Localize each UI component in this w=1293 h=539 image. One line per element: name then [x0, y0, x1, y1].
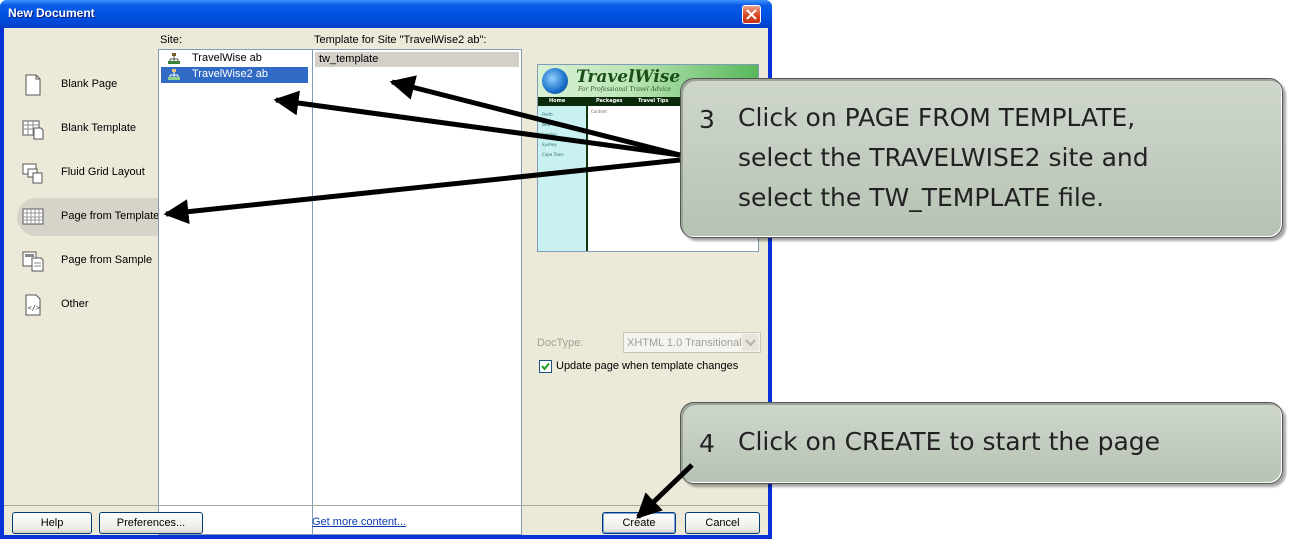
preview-side-link: London — [542, 132, 557, 137]
callout-line: Click on CREATE to start the page — [738, 427, 1161, 456]
category-label: Page from Sample — [61, 254, 153, 266]
new-document-dialog: New Document Blank Page Blank Template F… — [0, 0, 772, 539]
site-label: TravelWise2 ab — [192, 68, 269, 80]
preview-side-link: New York — [542, 122, 561, 127]
svg-text:</>: </> — [28, 304, 41, 312]
callout-line: Click on PAGE FROM TEMPLATE, — [738, 103, 1136, 132]
doctype-select[interactable]: XHTML 1.0 Transitional — [623, 332, 761, 353]
template-list[interactable]: tw_template — [312, 49, 522, 535]
preview-nav-item: Home — [549, 98, 566, 104]
site-item-travelwise2[interactable]: TravelWise2 ab — [161, 67, 308, 83]
category-other[interactable]: </> Other — [17, 286, 160, 324]
update-page-label: Update page when template changes — [556, 360, 739, 372]
callout-number: 3 — [699, 105, 715, 134]
callout-number: 4 — [699, 429, 715, 458]
template-label: tw_template — [319, 53, 379, 65]
preferences-button[interactable]: Preferences... — [99, 512, 203, 534]
blank-template-icon — [22, 120, 44, 140]
category-fluid-grid-layout[interactable]: Fluid Grid Layout — [17, 154, 160, 192]
preview-content-label: Content — [591, 109, 607, 114]
preview-side-link: Perth — [542, 112, 553, 117]
template-item-tw-template[interactable]: tw_template — [315, 52, 519, 67]
close-button[interactable] — [742, 5, 761, 24]
site-icon — [168, 53, 180, 64]
site-item-travelwise[interactable]: TravelWise ab — [161, 51, 308, 67]
preview-side-link: Cape Town — [542, 152, 564, 157]
preview-subtitle: For Professional Travel Advice — [578, 86, 672, 93]
callout-line: select the TRAVELWISE2 site and — [738, 143, 1149, 172]
close-icon — [746, 9, 757, 20]
site-list[interactable]: TravelWise ab TravelWise2 ab — [158, 49, 313, 535]
get-more-content-link[interactable]: Get more content... — [312, 516, 406, 528]
chevron-down-icon[interactable] — [742, 334, 759, 351]
create-button[interactable]: Create — [602, 512, 676, 534]
preview-nav-item: Packages — [596, 98, 623, 104]
title-bar[interactable]: New Document — [0, 0, 772, 28]
category-page-from-sample[interactable]: Page from Sample — [17, 242, 160, 280]
page-from-sample-icon — [22, 251, 44, 272]
category-label: Other — [61, 298, 89, 310]
preview-side-link: Sydney — [542, 142, 557, 147]
update-page-checkbox[interactable] — [539, 360, 552, 373]
cancel-button[interactable]: Cancel — [685, 512, 760, 534]
page-from-template-icon — [22, 208, 44, 225]
preview-sidebar: Perth New York London Sydney Cape Town — [538, 106, 586, 251]
other-code-icon: </> — [25, 294, 41, 316]
doctype-value: XHTML 1.0 Transitional — [627, 337, 742, 349]
callout-line: select the TW_TEMPLATE file. — [738, 183, 1105, 212]
category-blank-page[interactable]: Blank Page — [17, 66, 160, 104]
dialog-client-area: Blank Page Blank Template Fluid Grid Lay… — [4, 28, 768, 535]
preview-divider — [586, 106, 588, 251]
globe-icon — [542, 68, 568, 94]
doctype-label: DocType: — [537, 337, 584, 349]
site-icon — [168, 69, 180, 80]
template-header: Template for Site "TravelWise2 ab": — [314, 34, 487, 46]
category-label: Blank Page — [61, 78, 118, 90]
fluid-grid-icon — [22, 163, 43, 184]
category-label: Blank Template — [61, 122, 137, 134]
preview-title: TravelWise — [576, 67, 681, 87]
instruction-callout-3: 3 Click on PAGE FROM TEMPLATE, select th… — [680, 78, 1283, 238]
site-label: TravelWise ab — [192, 52, 262, 64]
preview-nav-item: Travel Tips — [638, 98, 669, 104]
help-button[interactable]: Help — [12, 512, 92, 534]
instruction-callout-4: 4 Click on CREATE to start the page — [680, 402, 1283, 484]
dialog-title: New Document — [8, 6, 95, 20]
site-header: Site: — [160, 34, 183, 46]
category-blank-template[interactable]: Blank Template — [17, 110, 160, 148]
checkmark-icon — [541, 362, 550, 371]
category-label: Page from Template — [61, 210, 160, 222]
footer-separator — [4, 505, 768, 506]
category-page-from-template[interactable]: Page from Template — [17, 198, 160, 236]
category-label: Fluid Grid Layout — [61, 166, 145, 178]
blank-page-icon — [25, 74, 41, 96]
